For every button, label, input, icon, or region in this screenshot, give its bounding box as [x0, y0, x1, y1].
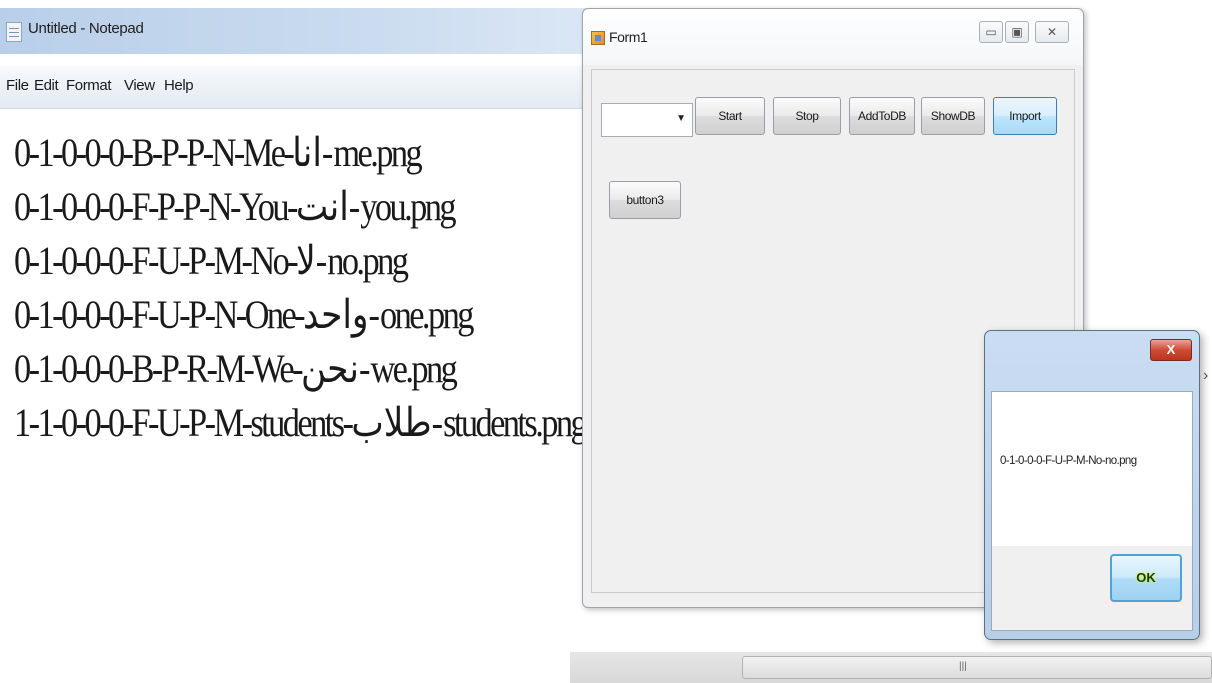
start-button[interactable]: Start [695, 97, 765, 135]
show-db-button[interactable]: ShowDB [921, 97, 985, 135]
ok-button[interactable]: OK [1110, 554, 1182, 602]
button3[interactable]: button3 [609, 181, 681, 219]
notepad-text-area[interactable]: 0-1-0-0-0-B-P-P-N-Me-انا-me.png 0-1-0-0-… [14, 126, 588, 450]
chevron-right-icon: › [1203, 367, 1209, 384]
notepad-window: Untitled - Notepad File Edit Format View… [0, 0, 588, 683]
menu-help[interactable]: Help [164, 77, 194, 94]
minimize-icon[interactable]: ▭ [979, 21, 1003, 43]
menu-edit[interactable]: Edit [34, 77, 59, 94]
menu-file[interactable]: File [6, 77, 29, 94]
text-line: 1-1-0-0-0-F-U-P-M-students-طلاب-students… [14, 400, 588, 445]
dropdown-arrow-icon[interactable]: ▼ [676, 113, 686, 124]
menu-view[interactable]: View [124, 77, 155, 94]
scrollbar-thumb[interactable]: ||| [742, 656, 1212, 679]
grip-icon: ||| [959, 661, 967, 672]
notepad-menubar: File Edit Format View Help [0, 66, 588, 109]
text-line: 0-1-0-0-0-F-U-P-M-No-لا-no.png [14, 238, 409, 283]
close-icon[interactable]: X [1150, 339, 1192, 361]
message-content-area: 0-1-0-0-0-F-U-P-M-No-no.png [992, 392, 1192, 546]
ok-button-label: OK [1136, 570, 1156, 585]
message-box: X 0-1-0-0-0-F-U-P-M-No-no.png OK [984, 330, 1200, 640]
text-line: 0-1-0-0-0-F-U-P-N-One-واحد-one.png [14, 292, 474, 337]
import-button[interactable]: Import [993, 97, 1057, 135]
text-line: 0-1-0-0-0-B-P-R-M-We-نحن-we.png [14, 346, 458, 391]
text-line: 0-1-0-0-0-F-P-P-N-You-انت-you.png [14, 184, 457, 229]
message-box-body: 0-1-0-0-0-F-U-P-M-No-no.png OK [991, 391, 1193, 631]
stop-button[interactable]: Stop [773, 97, 841, 135]
notepad-icon [6, 22, 22, 42]
notepad-titlebar[interactable]: Untitled - Notepad [0, 8, 588, 54]
message-text: 0-1-0-0-0-F-U-P-M-No-no.png [1000, 455, 1137, 467]
notepad-title: Untitled - Notepad [28, 20, 144, 37]
add-to-db-button[interactable]: AddToDB [849, 97, 915, 135]
maximize-icon[interactable]: ▣ [1005, 21, 1029, 43]
horizontal-scrollbar[interactable]: ||| [570, 652, 1212, 683]
form-app-icon [591, 31, 605, 45]
menu-format[interactable]: Format [66, 77, 112, 94]
close-icon[interactable]: ✕ [1035, 21, 1069, 43]
text-line: 0-1-0-0-0-B-P-P-N-Me-انا-me.png [14, 130, 423, 175]
combo-box[interactable]: ▼ [601, 103, 693, 137]
form1-titlebar[interactable]: Form1 ▭ ▣ ✕ [583, 9, 1083, 65]
form1-title: Form1 [609, 29, 648, 45]
